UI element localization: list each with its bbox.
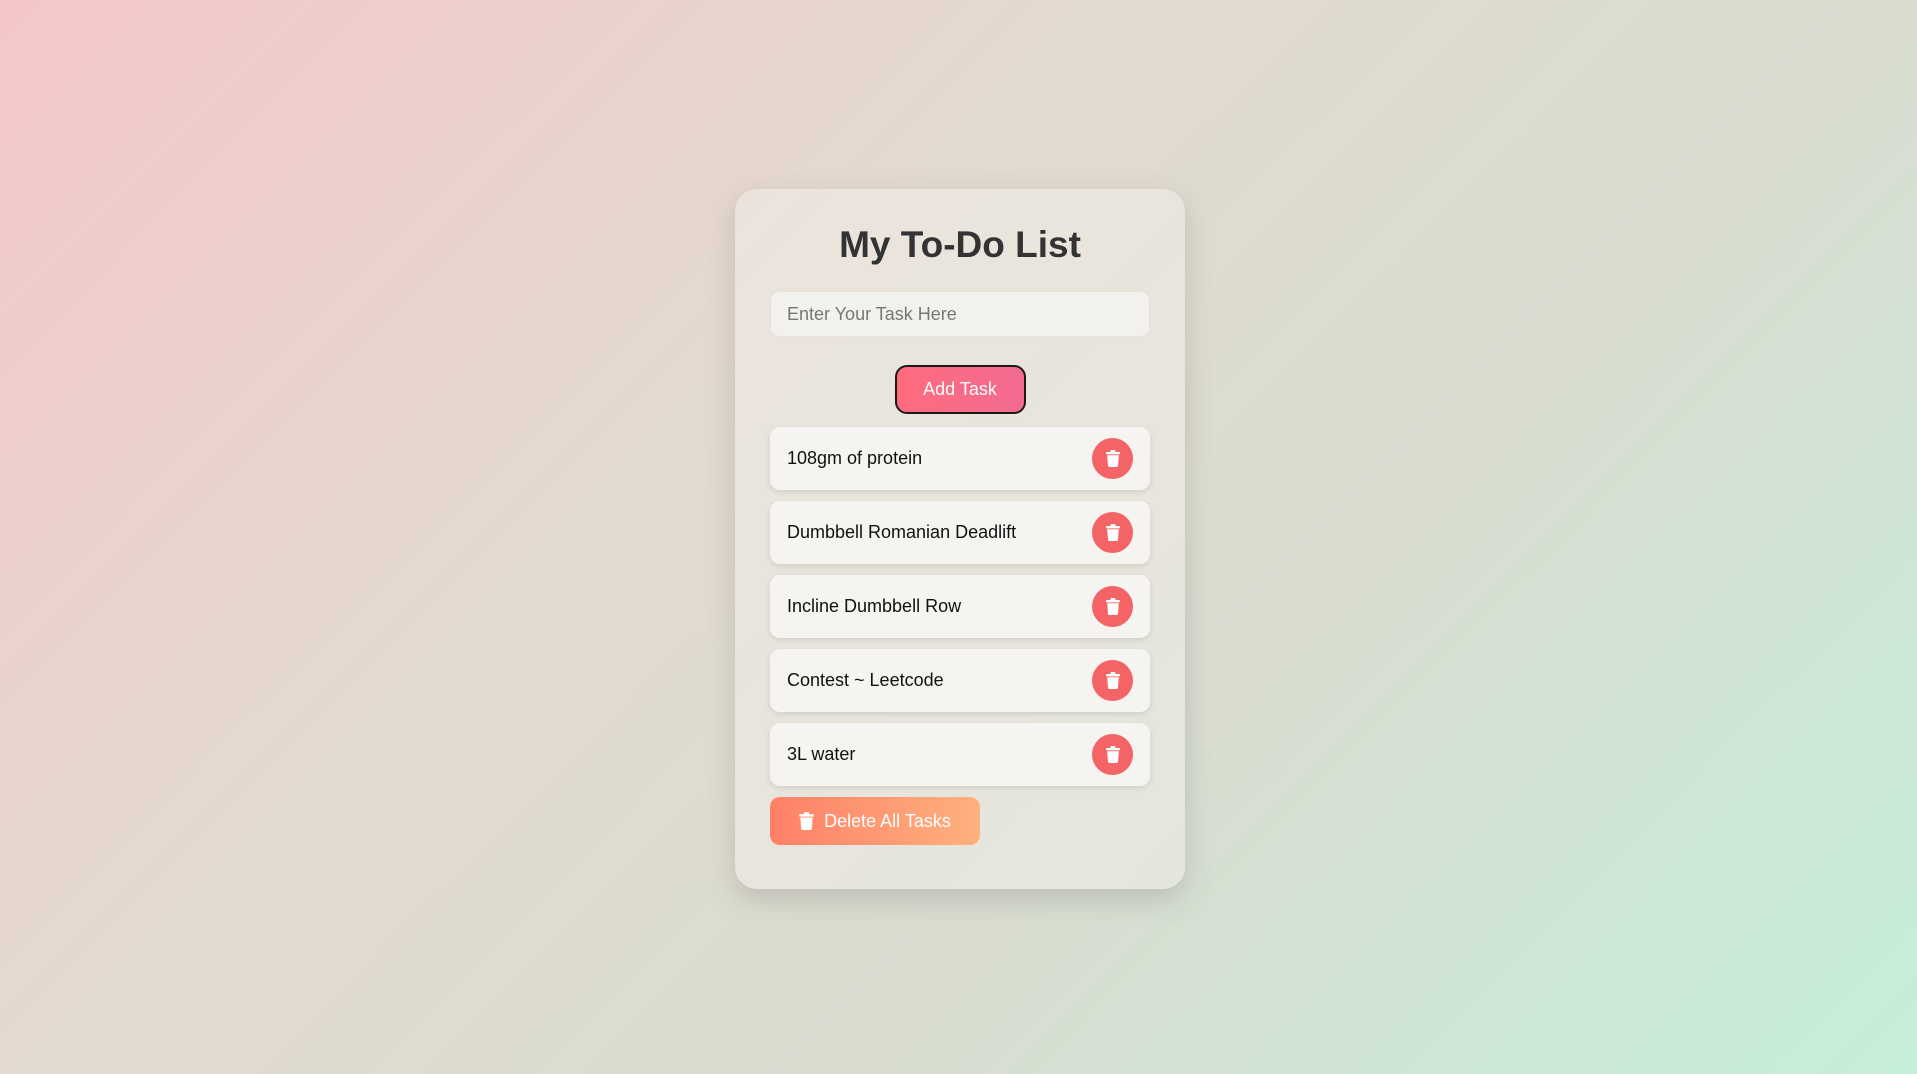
todo-card: My To-Do List Add Task 108gm of protein … — [735, 189, 1185, 889]
delete-all-button[interactable]: Delete All Tasks — [770, 797, 980, 845]
delete-all-label: Delete All Tasks — [824, 810, 951, 831]
add-task-container: Add Task — [770, 365, 1150, 415]
delete-task-button[interactable] — [1092, 512, 1133, 553]
trash-icon — [1105, 672, 1120, 689]
task-text: Incline Dumbbell Row — [787, 596, 962, 616]
delete-task-button[interactable] — [1092, 438, 1133, 479]
add-task-button[interactable]: Add Task — [894, 365, 1026, 414]
trash-icon — [1105, 524, 1120, 541]
task-text: Dumbbell Romanian Deadlift — [787, 522, 1017, 542]
task-text: Contest ~ Leetcode — [787, 670, 944, 690]
trash-icon — [799, 812, 815, 830]
trash-icon — [1105, 746, 1120, 763]
task-item: 3L water — [770, 723, 1150, 786]
task-text: 108gm of protein — [787, 448, 923, 468]
task-item: Dumbbell Romanian Deadlift — [770, 501, 1150, 564]
trash-icon — [1105, 450, 1120, 467]
task-text: 3L water — [787, 744, 856, 764]
delete-task-button[interactable] — [1092, 586, 1133, 627]
task-input[interactable] — [770, 291, 1150, 337]
delete-task-button[interactable] — [1092, 734, 1133, 775]
task-item: 108gm of protein — [770, 427, 1150, 490]
task-item: Contest ~ Leetcode — [770, 649, 1150, 712]
page-title: My To-Do List — [839, 224, 1081, 265]
task-item: Incline Dumbbell Row — [770, 575, 1150, 638]
trash-icon — [1105, 598, 1120, 615]
task-list: 108gm of protein Dumbbell Romanian Deadl… — [770, 427, 1150, 786]
delete-task-button[interactable] — [1092, 660, 1133, 701]
